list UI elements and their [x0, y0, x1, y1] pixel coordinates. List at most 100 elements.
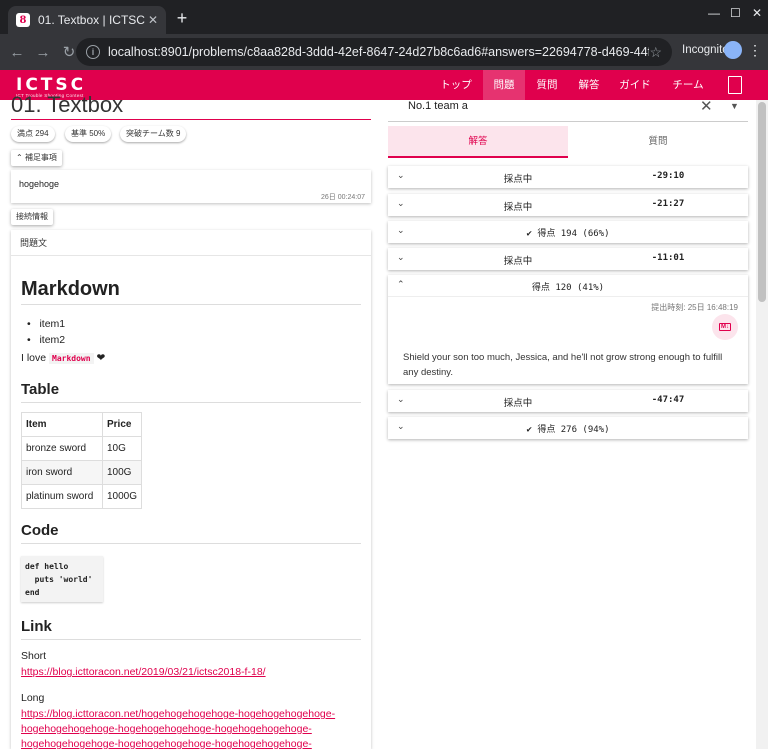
md-long-link-line-2[interactable]: hogehogehogehoge-hogehogehogehoge-hogeho… — [21, 723, 361, 735]
md-heading-table: Table — [21, 381, 60, 398]
table-cell: 1000G — [101, 484, 143, 509]
incognito-label: Incognito — [682, 44, 729, 56]
submitted-time: 提出時刻: 25日 16:48:19 — [651, 303, 738, 312]
close-tab-icon[interactable]: ✕ — [148, 13, 158, 27]
md-long-label: Long — [21, 692, 45, 704]
chip-full-score: 満点 294 — [11, 126, 55, 142]
chevron-down-icon: ⌄ — [397, 252, 405, 262]
answer-row[interactable]: ⌄ 採点中 -47:47 — [388, 390, 748, 412]
md-divider — [21, 639, 361, 640]
chevron-down-icon: ⌄ — [397, 198, 405, 208]
answer-time: -47:47 — [651, 395, 685, 405]
answer-time: -11:01 — [651, 253, 685, 263]
answer-tabs: 解答 質問 — [388, 126, 748, 158]
md-list-item-2: • item2 — [27, 334, 66, 346]
md-heading-code: Code — [21, 522, 59, 539]
chevron-down-icon: ⌄ — [397, 394, 405, 404]
table-header-row: Item Price — [21, 412, 143, 437]
md-divider — [21, 543, 361, 544]
scrollbar-thumb[interactable] — [758, 102, 766, 302]
problem-title: 01. Textbox — [11, 92, 124, 117]
tab-answers[interactable]: 解答 — [388, 126, 568, 158]
answer-score: ✔ 得点 276 (94%) — [526, 425, 610, 435]
md-long-link-line-3[interactable]: hogehogehogehoge-hogehogehogehoge-hogeho… — [21, 738, 361, 749]
chevron-up-icon: ⌃ — [16, 153, 23, 162]
close-window-icon[interactable]: ✕ — [752, 6, 762, 20]
tab-strip: 8 01. Textbox | ICTSC ✕ + — ☐ ✕ — [0, 0, 768, 34]
url-text: localhost:8901/problems/c8aa828d-3ddd-42… — [108, 45, 649, 59]
supplement-text: hogehoge — [19, 179, 60, 189]
supplement-card: hogehoge 26日 00:24:07 — [11, 170, 371, 203]
title-divider — [11, 119, 371, 120]
dropdown-arrow-icon[interactable]: ▼ — [730, 101, 739, 111]
info-icon[interactable]: i — [86, 45, 100, 59]
md-divider — [21, 402, 361, 403]
problem-body-header: 問題文 — [11, 230, 371, 256]
heart-icon: ❤ — [96, 352, 106, 364]
markdown-icon: M↓ — [719, 323, 731, 331]
new-tab-icon[interactable]: + — [172, 8, 192, 29]
browser-toolbar: ← → ↻ i localhost:8901/problems/c8aa828d… — [0, 34, 768, 70]
forward-icon[interactable]: → — [32, 44, 54, 61]
maximize-icon[interactable]: ☐ — [730, 6, 741, 20]
md-love-line: I love Markdown ❤ — [21, 352, 106, 364]
table-row: bronze sword 10G — [21, 436, 143, 461]
markdown-toggle-button[interactable]: M↓ — [712, 314, 738, 340]
answer-row[interactable]: ⌄ 採点中 -11:01 — [388, 248, 748, 270]
answer-row-expanded-header[interactable]: ⌃ 得点 120 (41%) — [388, 275, 748, 297]
answer-status: 採点中 — [503, 202, 533, 213]
table-cell: iron sword — [21, 460, 103, 485]
chip-solved-teams: 突破チーム数 9 — [120, 126, 187, 142]
table-row: platinum sword 1000G — [21, 484, 143, 509]
problem-body-card: 問題文 Markdown • item1 • item2 I love Mark… — [11, 230, 371, 749]
answer-score: ✔ 得点 194 (66%) — [526, 229, 610, 239]
md-long-link-line-1[interactable]: https://blog.icttoracon.net/hogehogehoge… — [21, 708, 361, 720]
answer-status: 採点中 — [503, 174, 533, 185]
back-icon[interactable]: ← — [6, 44, 28, 61]
tab-questions[interactable]: 質問 — [568, 126, 748, 158]
answer-time: -29:10 — [651, 171, 685, 181]
browser-tab[interactable]: 8 01. Textbox | ICTSC ✕ — [8, 6, 166, 34]
md-heading-link: Link — [21, 618, 52, 635]
md-divider — [21, 304, 361, 305]
answer-time: -21:27 — [651, 199, 685, 209]
favicon-icon: 8 — [16, 13, 30, 27]
table-header-item: Item — [21, 412, 103, 437]
menu-icon[interactable]: ⋮ — [748, 42, 762, 59]
table-header-price: Price — [101, 412, 143, 437]
md-table: Item Price bronze sword 10G iron sword 1… — [21, 412, 143, 509]
answer-message: Shield your son too much, Jessica, and h… — [403, 352, 723, 378]
answer-row[interactable]: ⌄ ✔ 得点 276 (94%) — [388, 417, 748, 439]
answer-status: 採点中 — [503, 398, 533, 409]
incognito-icon[interactable] — [724, 41, 742, 59]
md-code-block: def hello puts 'world' end — [21, 556, 103, 602]
answer-row[interactable]: ⌄ ✔ 得点 194 (66%) — [388, 221, 748, 243]
answer-expanded-panel: ⌃ 得点 120 (41%) 提出時刻: 25日 16:48:19 M↓ Shi… — [388, 275, 748, 384]
team-select[interactable]: No.1 team a ✕ ▼ — [388, 92, 748, 122]
browser-window: 8 01. Textbox | ICTSC ✕ + — ☐ ✕ ← → ↻ i … — [0, 0, 768, 749]
tab-title: 01. Textbox | ICTSC — [38, 13, 145, 27]
answer-score: 得点 120 (41%) — [531, 283, 605, 293]
table-cell: platinum sword — [21, 484, 103, 509]
md-heading-markdown: Markdown — [21, 278, 120, 300]
connection-info-button[interactable]: 接続情報 — [11, 209, 53, 225]
page: ICTSC ICT Trouble Shooting Contest トップ 問… — [0, 70, 768, 749]
minimize-icon[interactable]: — — [708, 6, 720, 20]
address-bar[interactable]: i localhost:8901/problems/c8aa828d-3ddd-… — [76, 38, 672, 66]
chevron-down-icon: ⌄ — [397, 170, 405, 180]
clear-icon[interactable]: ✕ — [700, 97, 713, 115]
star-icon[interactable]: ☆ — [649, 44, 662, 61]
md-inline-code: Markdown — [49, 353, 94, 364]
supplement-time: 26日 00:24:07 — [321, 194, 365, 201]
team-select-value: No.1 team a — [408, 100, 468, 112]
answer-row[interactable]: ⌄ 採点中 -21:27 — [388, 194, 748, 216]
md-short-link[interactable]: https://blog.icttoracon.net/2019/03/21/i… — [21, 666, 361, 678]
answer-status: 採点中 — [503, 256, 533, 267]
md-list-item-1: • item1 — [27, 318, 66, 330]
supplement-toggle-button[interactable]: ⌃ 補足事項 — [11, 150, 62, 166]
md-short-label: Short — [21, 650, 47, 662]
table-cell: 10G — [101, 436, 143, 461]
answer-row[interactable]: ⌄ 採点中 -29:10 — [388, 166, 748, 188]
table-row: iron sword 100G — [21, 460, 143, 485]
supplement-toggle-label: 補足事項 — [24, 153, 57, 162]
